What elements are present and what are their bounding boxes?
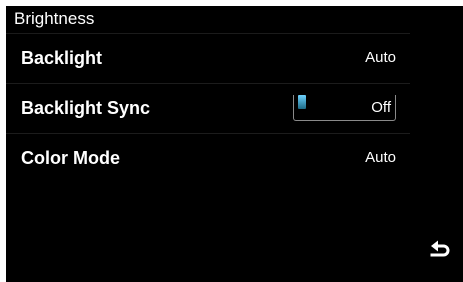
toggle-state-label: Off [371,99,391,116]
setting-label-backlight: Backlight [21,48,103,68]
brightness-screen: Brightness Backlight Auto Backlight Sync… [6,6,463,282]
setting-row-backlight-sync: Backlight Sync Off [6,84,410,134]
setting-row-backlight[interactable]: Backlight Auto [6,34,410,84]
backlight-sync-toggle[interactable]: Off [293,95,396,121]
setting-label-backlight-sync: Backlight Sync [21,98,151,118]
setting-value-backlight: Auto [365,49,396,66]
toggle-indicator [298,95,306,109]
setting-label-color-mode: Color Mode [21,148,120,168]
setting-row-color-mode[interactable]: Color Mode Auto [6,134,410,184]
back-button[interactable] [427,238,451,262]
return-arrow-icon [430,240,450,257]
page-title: Brightness [14,9,95,28]
setting-value-color-mode: Auto [365,149,396,166]
